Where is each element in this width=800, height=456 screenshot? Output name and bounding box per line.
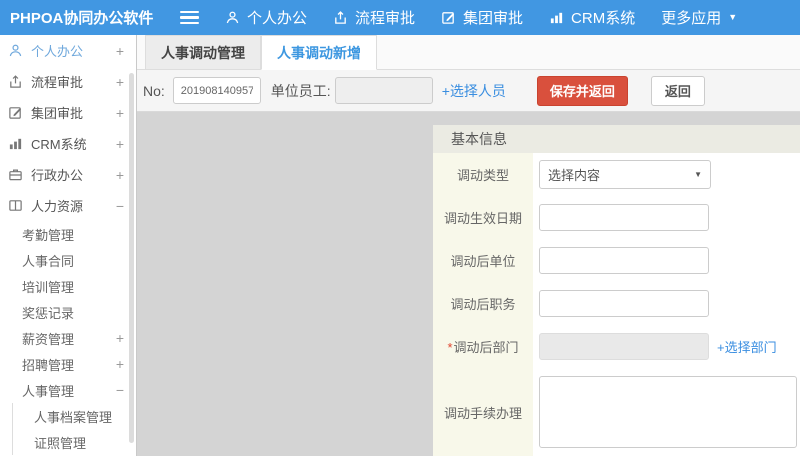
sidebar-item-personnel-mgmt[interactable]: 人事管理 − xyxy=(0,377,136,403)
sidebar-item-training-mgmt[interactable]: 培训管理 xyxy=(0,273,136,299)
field-label: 调动后单位 xyxy=(433,251,533,270)
form-row-effective-date: 调动生效日期 xyxy=(433,196,800,239)
sidebar-subgroup: 人事档案管理 证照管理 xyxy=(12,403,136,455)
sidebar-item-certificate-mgmt[interactable]: 证照管理 xyxy=(13,429,136,455)
sidebar-item-human-resources[interactable]: 人力资源 − xyxy=(0,190,136,221)
topnav-more-apps[interactable]: 更多应用 ▼ xyxy=(661,7,737,28)
user-icon xyxy=(225,10,240,25)
sidebar-item-recruitment-mgmt[interactable]: 招聘管理 + xyxy=(0,351,136,377)
section-header: 基本信息 xyxy=(433,125,800,153)
book-icon xyxy=(8,198,24,213)
topnav-label: 流程审批 xyxy=(355,7,415,28)
sidebar-item-group-approval[interactable]: 集团审批 + xyxy=(0,97,136,128)
employee-input[interactable] xyxy=(335,77,433,104)
collapse-icon[interactable]: − xyxy=(116,199,124,213)
expand-icon[interactable]: + xyxy=(116,168,124,182)
sidebar-item-process-approval[interactable]: 流程审批 + xyxy=(0,66,136,97)
form-row-after-position: 调动后职务 xyxy=(433,282,800,325)
sidebar-item-personal-office[interactable]: 个人办公 + xyxy=(0,35,136,66)
field-label: *调动后部门 xyxy=(433,337,533,356)
briefcase-icon xyxy=(8,167,24,182)
top-bar: PHPOA协同办公软件 个人办公 流程审批 集团审批 xyxy=(0,0,800,35)
form-toolbar: No: 单位员工: +选择人员 保存并返回 返回 xyxy=(137,70,800,112)
topnav-label: CRM系统 xyxy=(571,7,635,28)
transfer-type-select[interactable]: 选择内容 ▼ xyxy=(539,160,711,189)
process-icon xyxy=(8,74,24,89)
expand-icon[interactable]: + xyxy=(116,44,124,58)
sidebar-item-hr-contract[interactable]: 人事合同 xyxy=(0,247,136,273)
select-person-link[interactable]: +选择人员 xyxy=(442,81,506,101)
sidebar-item-crm-system[interactable]: CRM系统 + xyxy=(0,128,136,159)
topnav-label: 更多应用 xyxy=(661,7,721,28)
collapse-icon[interactable]: − xyxy=(116,383,124,397)
transfer-after-department-input[interactable] xyxy=(539,333,709,360)
chart-icon xyxy=(8,136,24,151)
sidebar-item-personnel-archive-mgmt[interactable]: 人事档案管理 xyxy=(13,403,136,429)
app-logo: PHPOA协同办公软件 xyxy=(0,7,180,28)
app-window: PHPOA协同办公软件 个人办公 流程审批 集团审批 xyxy=(0,0,800,456)
tab-personnel-transfer-mgmt[interactable]: 人事调动管理 xyxy=(145,35,261,69)
sidebar-item-attendance-mgmt[interactable]: 考勤管理 xyxy=(0,221,136,247)
transfer-after-unit-input[interactable] xyxy=(539,247,709,274)
required-asterisk: * xyxy=(447,340,452,355)
transfer-after-position-input[interactable] xyxy=(539,290,709,317)
main-content: 人事调动管理 人事调动新增 No: 单位员工: +选择人员 保存并返回 返回 基… xyxy=(137,35,800,456)
topnav-group-approval[interactable]: 集团审批 xyxy=(441,7,523,28)
field-label: 调动手续办理 xyxy=(433,403,533,422)
tab-bar: 人事调动管理 人事调动新增 xyxy=(137,35,800,70)
edit-icon xyxy=(8,105,24,120)
form-row-procedure: 调动手续办理 xyxy=(433,368,800,456)
section-title: 基本信息 xyxy=(451,129,507,149)
field-label: 调动后职务 xyxy=(433,294,533,313)
field-label: 调动类型 xyxy=(433,165,533,184)
no-input[interactable] xyxy=(173,77,261,104)
employee-label: 单位员工: xyxy=(271,81,331,101)
field-label: 调动生效日期 xyxy=(433,208,533,227)
topnav-personal-office[interactable]: 个人办公 xyxy=(225,7,307,28)
chart-icon xyxy=(549,10,564,25)
expand-icon[interactable]: + xyxy=(116,106,124,120)
expand-icon[interactable]: + xyxy=(116,75,124,89)
form-panel: 基本信息 调动类型 选择内容 ▼ xyxy=(433,125,800,456)
no-label: No: xyxy=(143,83,165,99)
sidebar-item-salary-mgmt[interactable]: 薪资管理 + xyxy=(0,325,136,351)
form-row-after-department: *调动后部门 +选择部门 xyxy=(433,325,800,368)
select-value: 选择内容 xyxy=(548,165,600,184)
sidebar-item-admin-office[interactable]: 行政办公 + xyxy=(0,159,136,190)
form-body: 调动类型 选择内容 ▼ 调动生效日期 xyxy=(433,153,800,456)
transfer-effective-date-input[interactable] xyxy=(539,204,709,231)
topnav-label: 集团审批 xyxy=(463,7,523,28)
expand-icon[interactable]: + xyxy=(116,331,124,345)
save-and-return-button[interactable]: 保存并返回 xyxy=(537,76,628,106)
topnav-label: 个人办公 xyxy=(247,7,307,28)
select-department-link[interactable]: +选择部门 xyxy=(717,337,777,356)
edit-icon xyxy=(441,10,456,25)
expand-icon[interactable]: + xyxy=(116,357,124,371)
top-nav: 个人办公 流程审批 集团审批 CRM系统 更多应用 xyxy=(225,7,737,28)
topnav-crm-system[interactable]: CRM系统 xyxy=(549,7,635,28)
sidebar-item-reward-punishment[interactable]: 奖惩记录 xyxy=(0,299,136,325)
sidebar-scrollbar[interactable] xyxy=(129,73,134,443)
expand-icon[interactable]: + xyxy=(116,137,124,151)
form-row-transfer-type: 调动类型 选择内容 ▼ xyxy=(433,153,800,196)
form-row-after-unit: 调动后单位 xyxy=(433,239,800,282)
caret-down-icon: ▼ xyxy=(728,13,737,22)
process-icon xyxy=(333,10,348,25)
hamburger-menu-icon[interactable] xyxy=(180,8,199,28)
tab-personnel-transfer-new[interactable]: 人事调动新增 xyxy=(261,35,377,70)
caret-down-icon: ▼ xyxy=(694,170,702,179)
user-icon xyxy=(8,43,24,58)
back-button[interactable]: 返回 xyxy=(651,76,705,106)
sidebar: 个人办公 + 流程审批 + 集团审批 + CRM系统 + xyxy=(0,35,137,456)
transfer-procedure-textarea[interactable] xyxy=(539,376,797,448)
topnav-process-approval[interactable]: 流程审批 xyxy=(333,7,415,28)
